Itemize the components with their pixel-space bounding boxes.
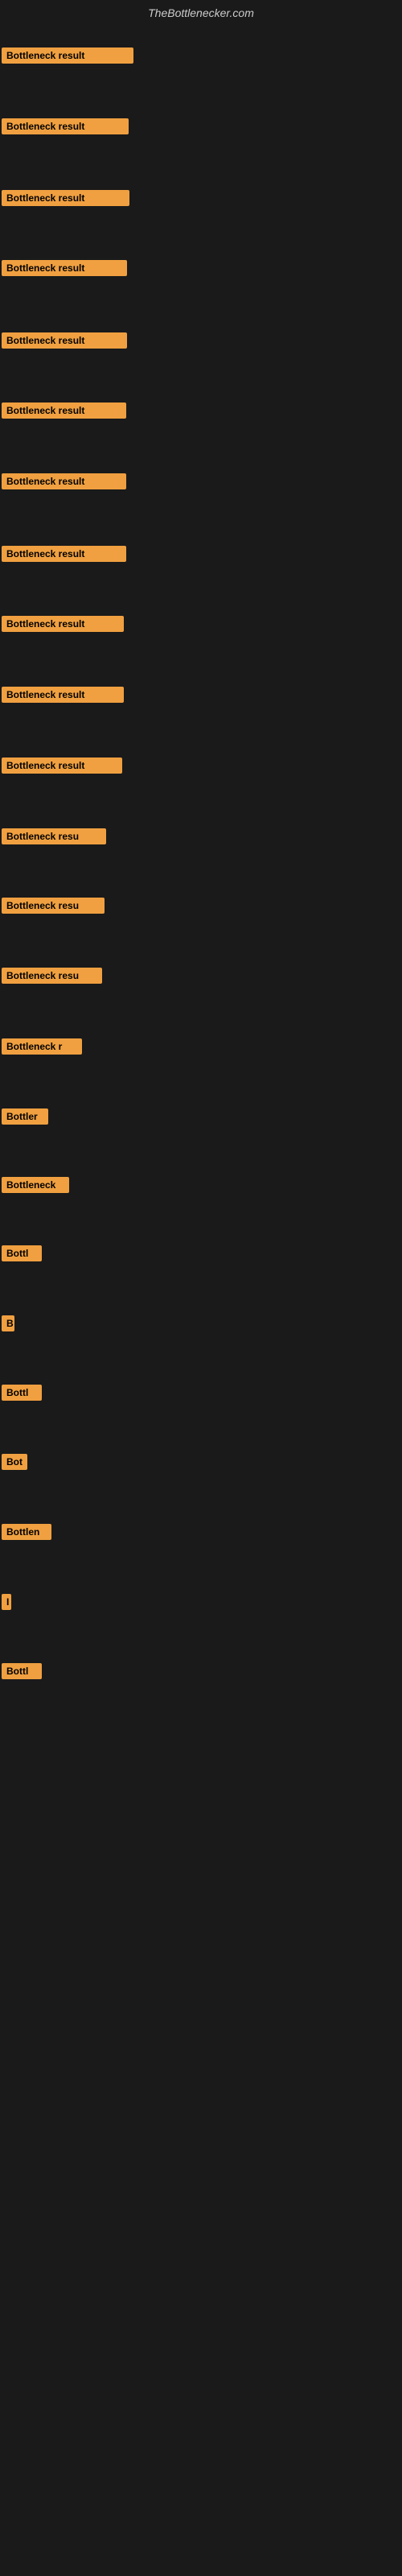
bottleneck-badge-2: Bottleneck result [2,118,129,134]
page-wrapper: TheBottlenecker.com Bottleneck resultBot… [0,0,402,2576]
bottleneck-badge-20: Bottl [2,1385,42,1401]
result-row-9: Bottleneck result [2,616,124,636]
result-row-14: Bottleneck resu [2,968,102,988]
result-row-19: B [2,1315,14,1335]
result-row-12: Bottleneck resu [2,828,106,848]
bottleneck-badge-15: Bottleneck r [2,1038,82,1055]
result-row-22: Bottlen [2,1524,51,1544]
bottleneck-badge-1: Bottleneck result [2,47,133,64]
result-row-10: Bottleneck result [2,687,124,707]
result-row-18: Bottl [2,1245,42,1265]
result-row-1: Bottleneck result [2,47,133,68]
bottleneck-badge-14: Bottleneck resu [2,968,102,984]
bottleneck-badge-4: Bottleneck result [2,260,127,276]
result-row-15: Bottleneck r [2,1038,82,1059]
site-title: TheBottlenecker.com [0,0,402,26]
result-row-6: Bottleneck result [2,402,126,423]
bottleneck-badge-17: Bottleneck [2,1177,69,1193]
bottleneck-badge-8: Bottleneck result [2,546,126,562]
bottleneck-badge-21: Bot [2,1454,27,1470]
bottleneck-badge-7: Bottleneck result [2,473,126,489]
result-row-21: Bot [2,1454,27,1474]
result-row-17: Bottleneck [2,1177,69,1197]
bottleneck-badge-3: Bottleneck result [2,190,129,206]
bottleneck-badge-9: Bottleneck result [2,616,124,632]
bottleneck-badge-24: Bottl [2,1663,42,1679]
bottleneck-badge-22: Bottlen [2,1524,51,1540]
result-row-16: Bottler [2,1108,48,1129]
result-row-24: Bottl [2,1663,42,1683]
result-row-20: Bottl [2,1385,42,1405]
result-row-8: Bottleneck result [2,546,126,566]
bottleneck-badge-12: Bottleneck resu [2,828,106,844]
bottleneck-badge-19: B [2,1315,14,1331]
bottleneck-badge-6: Bottleneck result [2,402,126,419]
result-row-2: Bottleneck result [2,118,129,138]
bottleneck-badge-5: Bottleneck result [2,332,127,349]
bottleneck-badge-13: Bottleneck resu [2,898,105,914]
result-row-4: Bottleneck result [2,260,127,280]
bottleneck-badge-18: Bottl [2,1245,42,1261]
results-container: Bottleneck result Bottleneck result Bottle… [0,26,402,2570]
result-row-13: Bottleneck resu [2,898,105,918]
result-row-11: Bottleneck result [2,758,122,778]
bottleneck-badge-23: I [2,1594,11,1610]
result-row-7: Bottleneck result [2,473,126,493]
bottleneck-badge-11: Bottleneck result [2,758,122,774]
result-row-5: Bottleneck result [2,332,127,353]
bottleneck-badge-10: Bottleneck result [2,687,124,703]
result-row-3: Bottleneck result [2,190,129,210]
bottleneck-badge-16: Bottler [2,1108,48,1125]
result-row-23: I [2,1594,11,1614]
